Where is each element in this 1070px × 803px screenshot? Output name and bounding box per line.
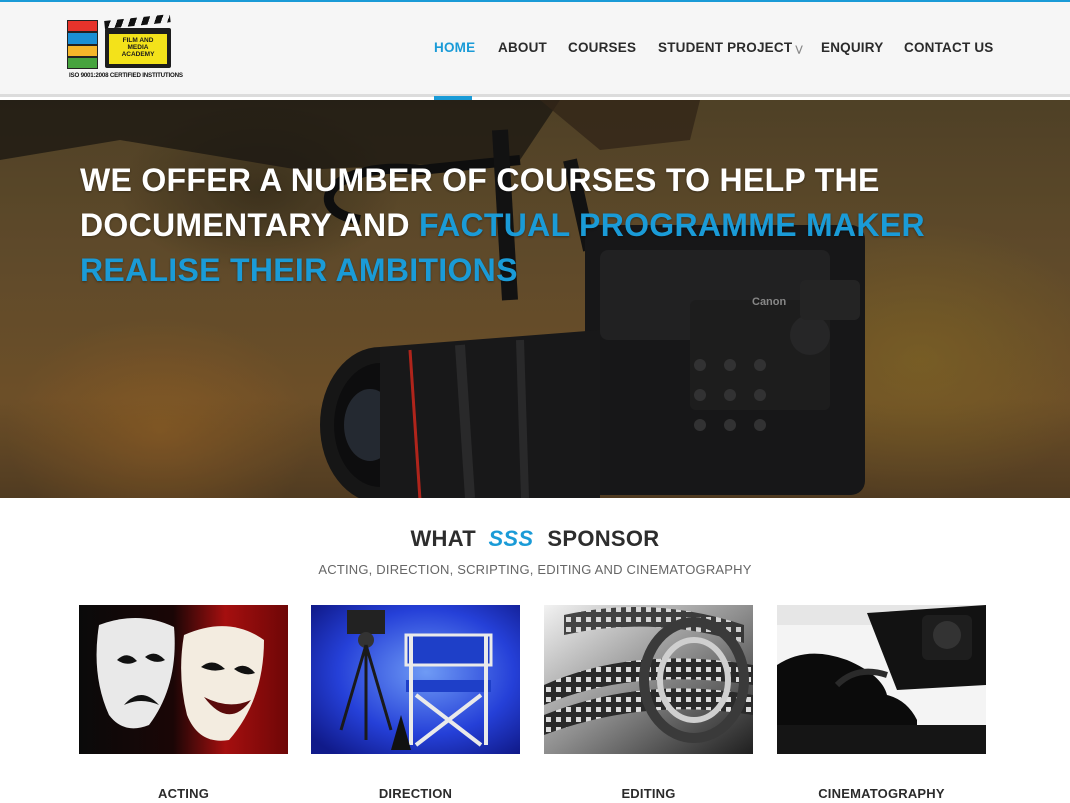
sponsor-section-title: WHAT SSS SPONSOR: [410, 526, 660, 551]
clapperboard-icon: [104, 14, 171, 29]
logo-wordmark: FILM AND MEDIA ACADEMY: [109, 34, 167, 64]
hero-headline: WE OFFER A NUMBER OF COURSES TO HELP THE…: [80, 158, 980, 293]
acting-image[interactable]: [79, 605, 288, 754]
editing-image[interactable]: [544, 605, 753, 754]
director-chair-icon: [311, 605, 520, 754]
direction-label[interactable]: DIRECTION: [311, 786, 520, 801]
hero-banner: Canon WE OFFER A NUMBER OF COURSES TO HE…: [0, 100, 1070, 498]
logo-strip-block: [67, 44, 98, 57]
logo-strip-block: [67, 32, 98, 45]
academy-logo[interactable]: FILM AND MEDIA ACADEMY ISO 9001:2008 CER…: [67, 14, 183, 82]
nav-student-project[interactable]: STUDENT PROJECT ⋁: [658, 40, 803, 55]
nav-courses[interactable]: COURSES: [568, 40, 636, 55]
logo-strip-block: [67, 56, 98, 69]
site-header: FILM AND MEDIA ACADEMY ISO 9001:2008 CER…: [0, 2, 1070, 97]
nav-enquiry[interactable]: ENQUIRY: [821, 40, 883, 55]
nav-student-project-label: STUDENT PROJECT: [658, 40, 793, 55]
logo-strip-block: [67, 20, 98, 33]
cinematography-label[interactable]: CINEMATOGRAPHY: [777, 786, 986, 801]
chevron-down-double-icon: ⋁: [795, 44, 804, 54]
nav-contact-us[interactable]: CONTACT US: [904, 40, 994, 55]
theatre-masks-icon: [79, 605, 288, 754]
film-reel-icon: [544, 605, 753, 754]
editing-label[interactable]: EDITING: [544, 786, 753, 801]
acting-label[interactable]: ACTING: [79, 786, 288, 801]
sponsor-section-subtitle: ACTING, DIRECTION, SCRIPTING, EDITING AN…: [318, 562, 752, 577]
direction-image[interactable]: [311, 605, 520, 754]
camera-operator-icon: [777, 605, 986, 754]
sponsor-brand-highlight: SSS: [488, 526, 534, 551]
logo-color-strip: [67, 20, 98, 69]
nav-home[interactable]: HOME: [434, 40, 475, 55]
cinematography-image[interactable]: [777, 605, 986, 754]
nav-about[interactable]: ABOUT: [498, 40, 547, 55]
logo-certification: ISO 9001:2008 CERTIFIED INSTITUTIONS: [69, 72, 183, 79]
